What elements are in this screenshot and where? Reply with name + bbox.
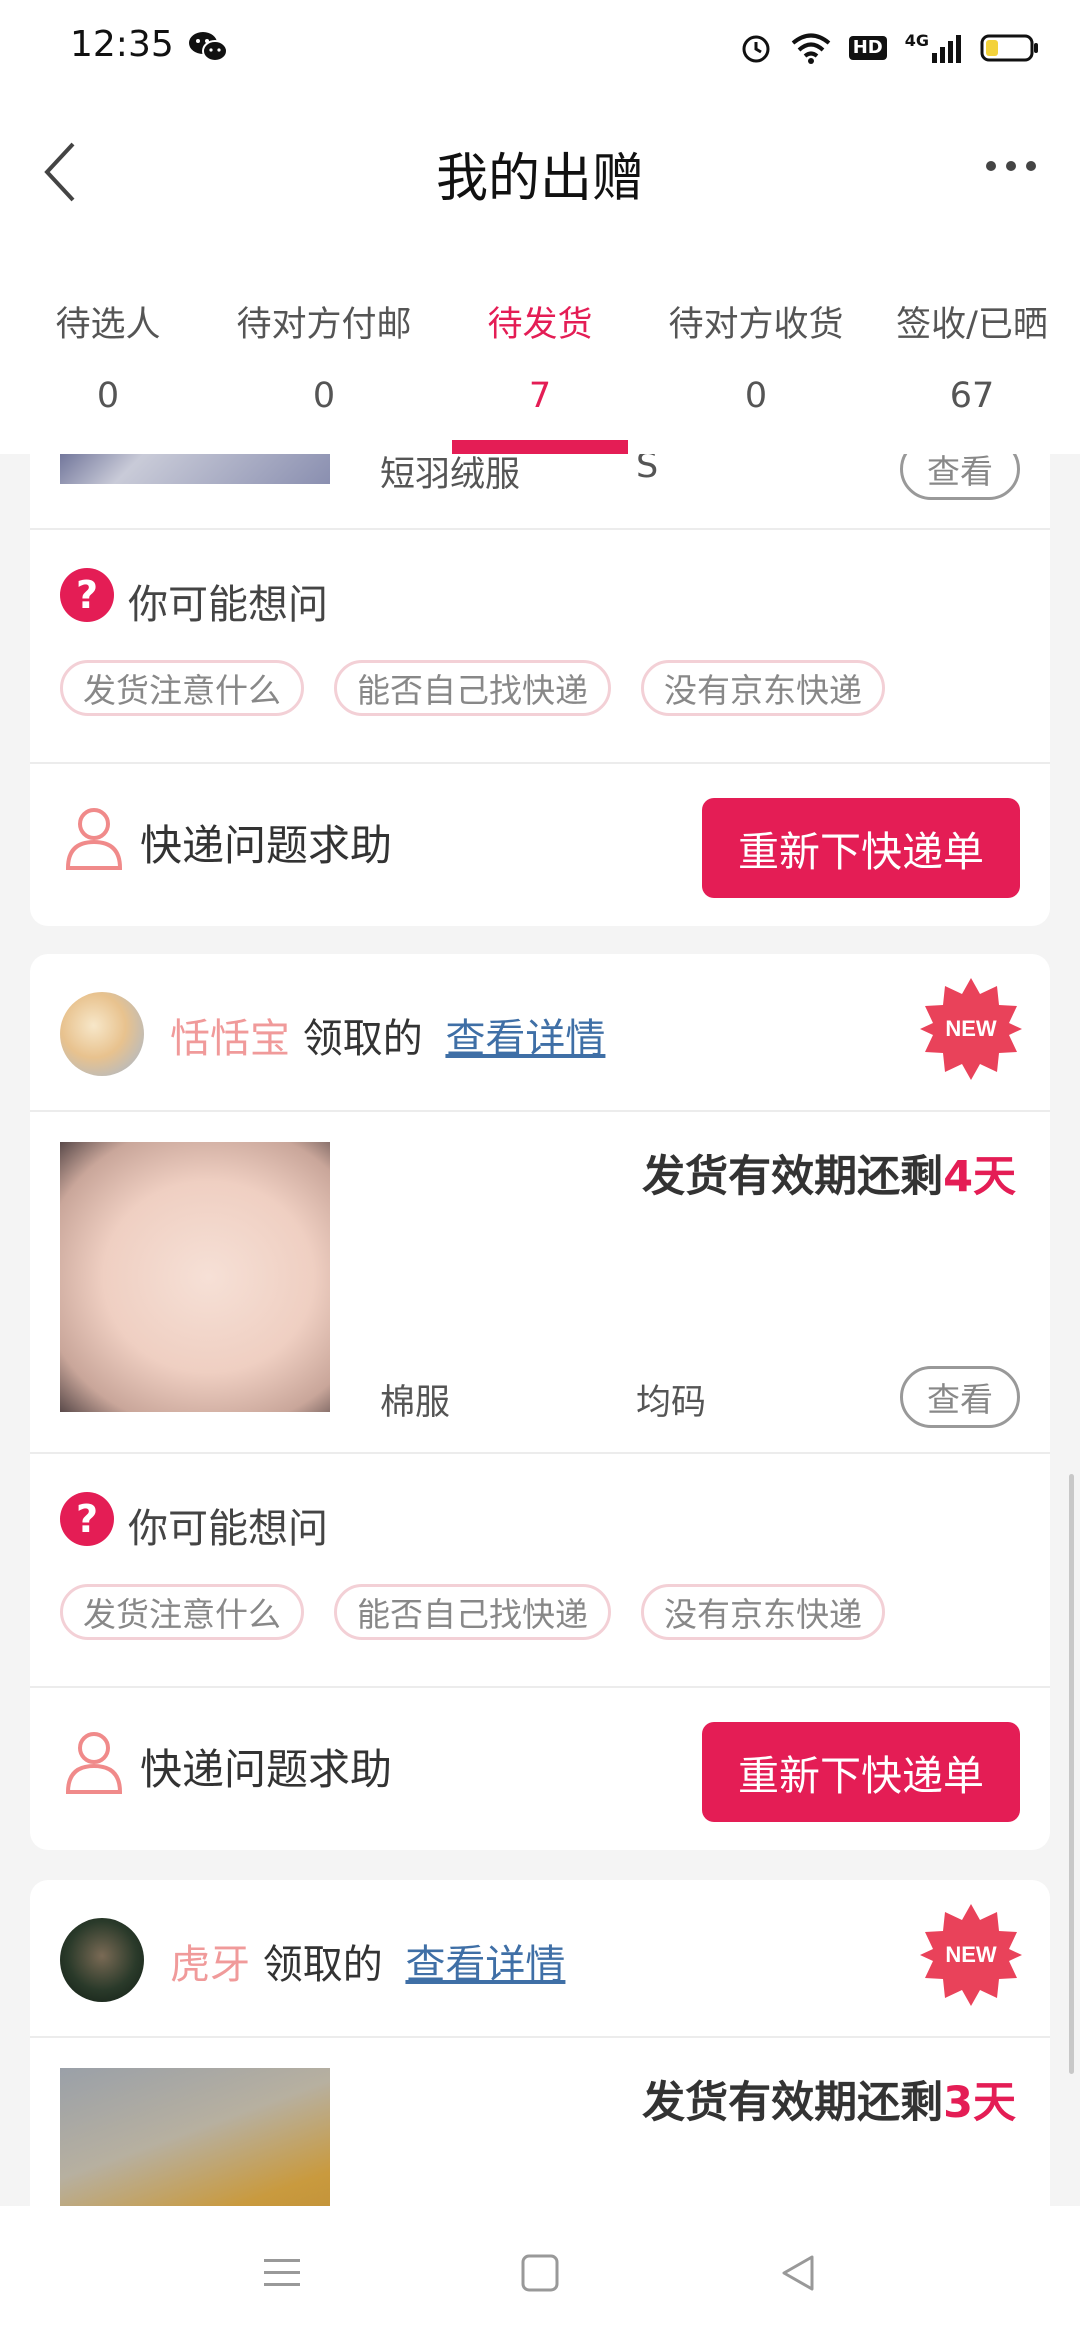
tab-count: 0	[96, 376, 120, 416]
faq-section: ? 你可能想问 发货注意什么 能否自己找快递 没有京东快递	[30, 1454, 1050, 1688]
new-badge: NEW	[920, 978, 1022, 1080]
deadline-prefix: 发货有效期还剩	[642, 2078, 944, 2128]
giver-name[interactable]: 恬恬宝	[170, 1016, 290, 1062]
tab-label: 签收/已晒	[896, 305, 1048, 345]
alarm-icon	[742, 35, 770, 63]
wechat-icon	[189, 32, 228, 62]
deadline-prefix: 发货有效期还剩	[642, 1152, 944, 1202]
tab-label: 待对方收货	[668, 305, 844, 345]
tab-label: 待对方付邮	[236, 305, 412, 345]
tab-count: 7	[528, 376, 552, 416]
shipping-deadline: 发货有效期还剩4天	[642, 1142, 1016, 1204]
signal-icon: 4G	[905, 33, 962, 63]
new-badge: NEW	[920, 1904, 1022, 2006]
tab-label: 待选人	[55, 305, 161, 345]
giver-name[interactable]: 虎牙	[170, 1942, 250, 1988]
shipping-deadline: 发货有效期还剩3天	[642, 2068, 1016, 2130]
reorder-express-button[interactable]: 重新下快递单	[702, 798, 1020, 898]
deadline-days: 3天	[943, 2078, 1016, 2128]
tab-pending-shipment[interactable]: 待发货 7	[432, 246, 648, 454]
product-size: 均码	[636, 1383, 707, 1423]
faq-chip[interactable]: 能否自己找快递	[334, 660, 611, 716]
more-dots-icon	[986, 161, 1036, 171]
tab-received[interactable]: 签收/已晒 67	[864, 246, 1080, 454]
product-row[interactable]: 短羽绒服 S 查看	[30, 454, 1050, 516]
gift-card: 短羽绒服 S 查看 ? 你可能想问 发货注意什么 能否自己找快递 没有京东快递 …	[30, 454, 1050, 926]
giver-suffix: 领取的	[262, 1942, 383, 1988]
new-badge-label: NEW	[945, 1016, 997, 1041]
status-tabs: 待选人 0 待对方付邮 0 待发货 7 待对方收货 0 签收/已晒 67	[0, 246, 1080, 454]
status-bar: 12:35 HD 4G	[0, 0, 1080, 96]
question-icon: ?	[60, 1492, 114, 1546]
status-time: 12:35	[70, 24, 174, 65]
system-nav-bar	[0, 2206, 1080, 2340]
product-name: 棉服	[380, 1383, 451, 1423]
hd-icon: HD	[848, 36, 887, 60]
help-section: 快递问题求助 重新下快递单	[30, 1688, 1050, 1850]
product-size: S	[636, 454, 659, 486]
network-label: 4G	[904, 31, 929, 50]
battery-icon	[980, 34, 1038, 62]
faq-chip[interactable]: 没有京东快递	[641, 660, 885, 716]
product-row[interactable]: 发货有效期还剩3天	[30, 2038, 1050, 2206]
giver-row: 虎牙 领取的 查看详情 NEW	[30, 1880, 1050, 2036]
view-details-link[interactable]: 查看详情	[445, 1016, 605, 1062]
user-icon	[65, 808, 123, 870]
avatar[interactable]	[60, 992, 144, 1076]
gift-card: 虎牙 领取的 查看详情 NEW 发货有效期还剩3天	[30, 1880, 1050, 2206]
nav-bar: 我的出赠	[0, 96, 1080, 246]
faq-title: 你可能想问	[128, 582, 328, 628]
wifi-icon	[791, 33, 830, 64]
product-row[interactable]: 发货有效期还剩4天 棉服 均码 查看	[30, 1112, 1050, 1444]
help-text[interactable]: 快递问题求助	[140, 1736, 392, 1797]
view-details-link[interactable]: 查看详情	[405, 1942, 565, 1988]
help-section: 快递问题求助 重新下快递单	[30, 764, 1050, 926]
tab-pending-receipt[interactable]: 待对方收货 0	[648, 246, 864, 454]
tab-count: 0	[312, 376, 336, 416]
home-square-icon	[521, 2254, 559, 2292]
gift-card: 恬恬宝 领取的 查看详情 NEW 发货有效期还剩4天 棉服 均码 查看 ? 你可…	[30, 954, 1050, 1850]
giver-row: 恬恬宝 领取的 查看详情 NEW	[30, 954, 1050, 1110]
active-tab-indicator	[452, 440, 628, 454]
tab-pending-postage[interactable]: 待对方付邮 0	[216, 246, 432, 454]
faq-title: 你可能想问	[128, 1506, 328, 1552]
menu-icon	[264, 2259, 300, 2286]
help-text[interactable]: 快递问题求助	[140, 812, 392, 873]
avatar[interactable]	[60, 1918, 144, 2002]
scrollbar[interactable]	[1069, 1474, 1074, 2074]
view-button[interactable]: 查看	[900, 1366, 1020, 1428]
new-badge-label: NEW	[945, 1942, 997, 1967]
giver-info: 虎牙 领取的 查看详情	[170, 1932, 565, 1990]
back-triangle-icon	[782, 2255, 814, 2291]
faq-section: ? 你可能想问 发货注意什么 能否自己找快递 没有京东快递	[30, 530, 1050, 764]
back-nav-button[interactable]	[738, 2206, 858, 2340]
product-image[interactable]	[60, 2068, 330, 2206]
reorder-express-button[interactable]: 重新下快递单	[702, 1722, 1020, 1822]
user-icon	[65, 1732, 123, 1794]
faq-chip[interactable]: 发货注意什么	[60, 1584, 304, 1640]
giver-suffix: 领取的	[302, 1016, 423, 1062]
product-name: 短羽绒服	[380, 455, 521, 495]
deadline-days: 4天	[943, 1152, 1016, 1202]
product-image[interactable]	[60, 454, 330, 484]
product-image[interactable]	[60, 1142, 330, 1412]
giver-info: 恬恬宝 领取的 查看详情	[170, 1006, 605, 1064]
gift-list[interactable]: 短羽绒服 S 查看 ? 你可能想问 发货注意什么 能否自己找快递 没有京东快递 …	[0, 454, 1080, 2206]
tab-pending-select[interactable]: 待选人 0	[0, 246, 216, 454]
tab-count: 67	[949, 376, 995, 416]
view-button[interactable]: 查看	[900, 454, 1020, 500]
home-button[interactable]	[480, 2206, 600, 2340]
question-icon: ?	[60, 568, 114, 622]
tab-count: 0	[744, 376, 768, 416]
faq-chip[interactable]: 发货注意什么	[60, 660, 304, 716]
tab-label: 待发货	[487, 305, 593, 345]
faq-chip[interactable]: 没有京东快递	[641, 1584, 885, 1640]
menu-button[interactable]	[222, 2206, 342, 2340]
page-title: 我的出赠	[435, 149, 644, 209]
more-button[interactable]	[966, 146, 1056, 186]
faq-chip[interactable]: 能否自己找快递	[334, 1584, 611, 1640]
